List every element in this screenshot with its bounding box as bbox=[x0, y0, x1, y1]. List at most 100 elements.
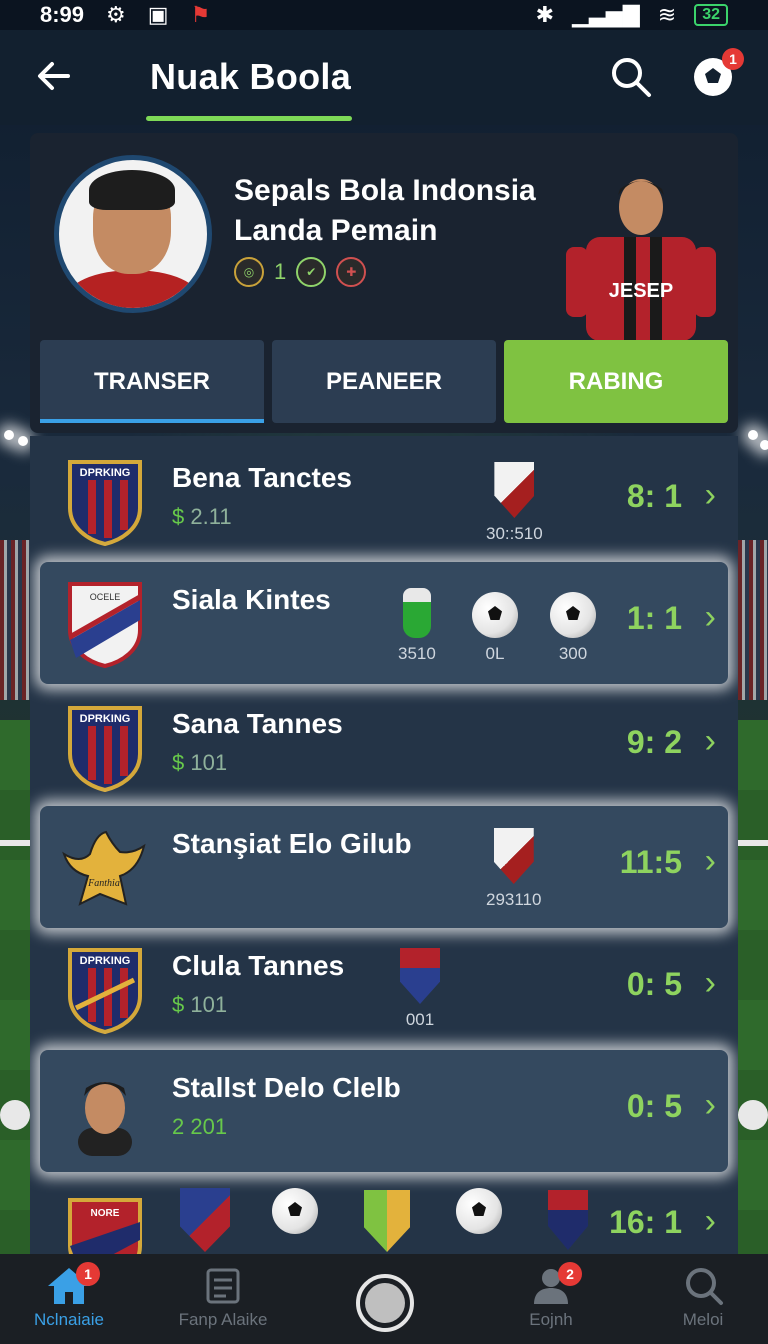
score: 16: 1 bbox=[609, 1204, 682, 1240]
page-title: Nuak Boola bbox=[150, 56, 352, 97]
opponent-crest: 001 bbox=[400, 948, 440, 1030]
svg-text:DPRKING: DPRKING bbox=[80, 713, 131, 725]
profile-title-line2: Landa Pemain bbox=[234, 214, 438, 247]
list-item[interactable]: DPRKING Bena Tanctes $ 2.11 30::510 8: 1… bbox=[40, 440, 728, 562]
flag-icon: ⚑ bbox=[190, 2, 211, 27]
profile-badges: ◎ 1 ✔ ✚ bbox=[234, 257, 367, 287]
notification-badge: 1 bbox=[722, 48, 744, 70]
app-header: Nuak Boola 1 bbox=[0, 30, 768, 125]
profile-card: Sepals Bola Indonsia Landa Pemain ◎ 1 ✔ … bbox=[30, 133, 738, 433]
club-crest-icon: DPRKING bbox=[68, 706, 142, 792]
svg-text:DPRKING: DPRKING bbox=[80, 955, 131, 967]
chevron-right-icon: › bbox=[704, 598, 716, 636]
bluetooth-icon: ✱ bbox=[535, 2, 555, 27]
score: 9: 2 bbox=[626, 724, 682, 760]
list-item[interactable]: Fanthia Stanşiat Elo Gilub 293110 11:5 › bbox=[40, 806, 728, 928]
ball-item: 0L bbox=[472, 592, 518, 664]
soccer-ball-icon bbox=[272, 1188, 318, 1234]
nav-label: Nclnaiaie bbox=[34, 1310, 104, 1329]
player-avatar bbox=[78, 1082, 132, 1156]
club-price: $ 2.11 bbox=[172, 504, 232, 529]
svg-text:DPRKING: DPRKING bbox=[80, 467, 131, 479]
club-name: Bena Tanctes bbox=[172, 462, 352, 493]
team-crest-icon bbox=[548, 1190, 588, 1250]
search-icon bbox=[686, 1268, 723, 1305]
svg-text:Fanthia: Fanthia bbox=[87, 878, 120, 889]
center-action-button[interactable] bbox=[356, 1274, 414, 1332]
list-item[interactable]: DPRKING Sana Tannes $ 101 9: 2 › bbox=[40, 686, 728, 808]
bottle-item: 3510 bbox=[398, 588, 436, 664]
profile-title: Sepals Bola Indonsia Landa Pemain bbox=[234, 171, 574, 251]
tab-bar: TRANSER PEANEER RABING bbox=[40, 340, 728, 423]
nav-label: Meloi bbox=[682, 1310, 724, 1329]
search-icon bbox=[612, 58, 651, 97]
opponent-crest: 30::510 bbox=[486, 462, 543, 544]
avatar[interactable] bbox=[54, 155, 212, 313]
status-bar: 8:99 ⚙ ▣ ⚑ ✱ ▁▃▅▇ ≋ 32 bbox=[0, 0, 768, 30]
status-time: 8:99 bbox=[40, 2, 85, 27]
player-figure: JESEP bbox=[566, 179, 716, 341]
club-price: $ 101 bbox=[172, 750, 228, 775]
club-name: Stanşiat Elo Gilub bbox=[172, 828, 412, 859]
screenshot-icon: ▣ bbox=[147, 2, 169, 27]
match-list: DPRKING Bena Tanctes $ 2.11 30::510 8: 1… bbox=[30, 436, 738, 1254]
club-price: $ 101 bbox=[172, 992, 228, 1017]
crowd-right bbox=[738, 540, 768, 700]
list-item[interactable]: DPRKING Clula Tannes $ 101 001 0: 5 › bbox=[40, 928, 728, 1050]
chevron-right-icon: › bbox=[704, 476, 716, 514]
nav-label: Fanp Alaike bbox=[178, 1310, 268, 1329]
arrow-left-icon bbox=[38, 62, 70, 90]
soccer-ball-icon bbox=[456, 1188, 502, 1234]
club-crest-icon: DPRKING bbox=[68, 948, 142, 1034]
chevron-right-icon: › bbox=[704, 1202, 716, 1240]
opponent-crest: 293110 bbox=[486, 828, 541, 910]
score: 8: 1 bbox=[626, 478, 682, 514]
gear-icon: ⚙ bbox=[106, 2, 126, 27]
list-item[interactable]: OCELE Siala Kintes 3510 0L 300 1: 1 › bbox=[40, 562, 728, 684]
score: 0: 5 bbox=[626, 1088, 682, 1124]
score: 0: 5 bbox=[626, 966, 682, 1002]
tab-rabing[interactable]: RABING bbox=[504, 340, 728, 423]
svg-text:OCELE: OCELE bbox=[90, 592, 121, 602]
list-item[interactable]: Stallst Delo Clelb 2 201 0: 5 › bbox=[40, 1050, 728, 1172]
club-crest-icon: OCELE bbox=[68, 582, 142, 668]
club-name: Clula Tannes bbox=[172, 950, 345, 981]
nav-home[interactable]: 1 Nclnaiaie bbox=[4, 1262, 134, 1330]
club-name: Siala Kintes bbox=[172, 584, 331, 615]
list-item[interactable]: NORE 16: 1 › bbox=[40, 1178, 728, 1254]
jersey-text: JESEP bbox=[609, 280, 673, 302]
chevron-right-icon: › bbox=[704, 722, 716, 760]
tab-peaneer[interactable]: PEANEER bbox=[272, 340, 496, 423]
nav-search[interactable]: Meloi bbox=[638, 1266, 768, 1330]
battery-icon: 32 bbox=[694, 4, 728, 26]
team-crest-icon bbox=[364, 1190, 410, 1252]
ball-item: 300 bbox=[550, 592, 596, 664]
fan-icon bbox=[206, 1268, 240, 1304]
soccer-ball-icon bbox=[550, 592, 596, 638]
chevron-right-icon: › bbox=[704, 964, 716, 1002]
back-button[interactable] bbox=[32, 54, 76, 98]
club-price: 2 201 bbox=[172, 1114, 228, 1139]
club-crest-icon: DPRKING bbox=[68, 460, 142, 546]
club-name: Stallst Delo Clelb bbox=[172, 1072, 401, 1103]
search-button[interactable] bbox=[608, 54, 654, 100]
nav-profile[interactable]: 2 Eojnh bbox=[486, 1262, 616, 1330]
title-underline bbox=[146, 116, 352, 121]
team-crest-icon bbox=[180, 1188, 230, 1252]
crest-badge-icon: ✚ bbox=[336, 257, 367, 287]
nav-fan[interactable]: Fanp Alaike bbox=[158, 1266, 288, 1330]
check-badge-icon: ✔ bbox=[296, 257, 327, 287]
svg-text:NORE: NORE bbox=[91, 1208, 120, 1219]
eagle-crest-icon: Fanthia bbox=[62, 830, 146, 906]
bottom-nav: 1 Nclnaiaie Fanp Alaike 2 Eojnh Meloi bbox=[0, 1254, 768, 1344]
club-crest-icon: NORE bbox=[68, 1198, 142, 1254]
notification-button[interactable]: 1 bbox=[690, 48, 744, 100]
score: 1: 1 bbox=[626, 600, 682, 636]
tab-transer[interactable]: TRANSER bbox=[40, 340, 264, 423]
soccer-ball-icon bbox=[472, 592, 518, 638]
score: 11:5 bbox=[619, 844, 682, 880]
profile-title-line1: Sepals Bola Indonsia bbox=[234, 174, 536, 207]
nav-badge: 2 bbox=[558, 1262, 582, 1286]
nav-label: Eojnh bbox=[529, 1310, 573, 1329]
chevron-right-icon: › bbox=[704, 1086, 716, 1124]
